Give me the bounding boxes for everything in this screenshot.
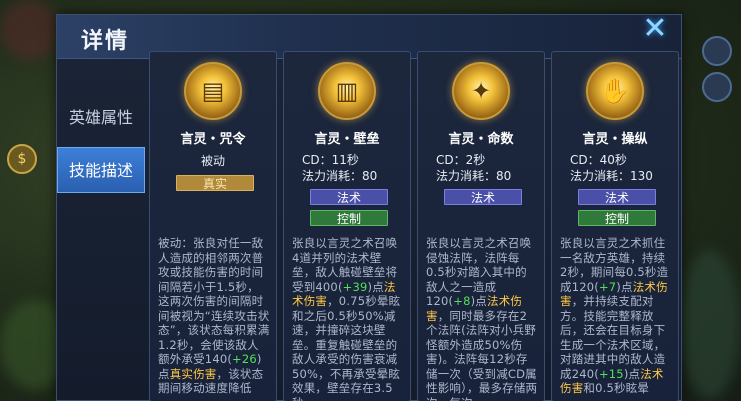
damage-type-tag: 真实 [176, 175, 254, 191]
control-skill-icon: ✋ [586, 62, 644, 120]
skill-cooldown: CD：2秒 [436, 153, 486, 167]
settings-icon[interactable] [702, 72, 732, 102]
scaling-value: +8 [453, 294, 471, 308]
left-hud: $ [4, 140, 40, 178]
background-blur [680, 250, 740, 400]
skill-description: 张良以言灵之术召唤侵蚀法阵，法阵每0.5秒对踏入其中的敌人之一造成120(+8)… [426, 236, 538, 401]
panel-title: 详情 [81, 29, 130, 54]
skill-name: 言灵・壁垒 [314, 132, 380, 147]
description-text: 被动：张良对任一敌人造成的相邻两次普攻或技能伤害的时间间隔若小于1.5秒，这两次… [158, 236, 270, 366]
skill-description: 被动：张良对任一敌人造成的相邻两次普攻或技能伤害的时间间隔若小于1.5秒，这两次… [158, 236, 270, 396]
scaling-value: +7 [598, 279, 617, 294]
skill-name: 言灵・命数 [448, 132, 514, 147]
right-hud [699, 30, 735, 108]
skill-description: 张良以言灵之术抓住一名敌方英雄，持续2秒，期间每0.5秒造成120(+7)点法术… [560, 236, 672, 396]
skill-book-icon: ▤ [184, 62, 242, 120]
scaling-value: +15 [598, 366, 624, 381]
skill-cooldown: CD：40秒 [570, 153, 627, 167]
description-text: ，同时最多存在2个法阵(法阵对小兵野怪额外造成50%伤害)。法阵每12秒存储一次… [426, 308, 538, 401]
skill-mana-cost: 法力消耗：130 [570, 169, 653, 183]
magic-tag: 法术 [444, 189, 522, 205]
description-text: )点 [470, 294, 487, 308]
tab-hero-attributes[interactable]: 英雄属性 [57, 95, 145, 141]
skill-name: 言灵・操纵 [582, 132, 648, 147]
damage-keyword: 真实伤害 [169, 366, 217, 381]
skill-mana-cost: 法力消耗：80 [302, 169, 378, 183]
scaling-value: +26 [232, 352, 257, 366]
tab-skill-description[interactable]: 技能描述 [57, 147, 145, 193]
control-tag: 控制 [310, 210, 388, 226]
array-skill-icon: ✦ [452, 62, 510, 120]
skill-card-1: ▥ 言灵・壁垒 CD：11秒 法力消耗：80 法术 控制 张良以言灵之术召唤4道… [283, 51, 411, 401]
background-blur [0, 0, 60, 60]
skill-description: 张良以言灵之术召唤4道并列的法术壁垒，敌人触碰壁垒将受到400(+39)点法术伤… [292, 236, 404, 401]
description-text: )点 [623, 366, 641, 381]
sidebar: 英雄属性 技能描述 [57, 95, 145, 199]
control-tag: 控制 [578, 210, 656, 226]
shop-coin-icon[interactable]: $ [7, 144, 37, 174]
description-text: )点 [367, 279, 384, 294]
close-icon[interactable]: ✕ [635, 14, 675, 45]
skill-name: 言灵・咒令 [180, 132, 246, 147]
magic-tag: 法术 [310, 189, 388, 205]
magic-tag: 法术 [578, 189, 656, 205]
description-text: ，0.75秒晕眩和之后0.5秒50%减速，并撞碎这块壁垒。重复触碰壁垒的敌人承受… [292, 294, 401, 401]
skill-cooldown: CD：11秒 [302, 153, 359, 167]
description-text: )点 [616, 279, 633, 294]
wall-skill-icon: ▥ [318, 62, 376, 120]
skill-card-2: ✦ 言灵・命数 CD：2秒 法力消耗：80 法术 张良以言灵之术召唤侵蚀法阵，法… [417, 51, 545, 401]
skill-card-passive: ▤ 言灵・咒令 被动 真实 被动：张良对任一敌人造成的相邻两次普攻或技能伤害的时… [149, 51, 277, 401]
detail-panel: 详情 ✕ 英雄属性 技能描述 ▤ 言灵・咒令 被动 真实 被动：张良对任一敌人造… [56, 14, 682, 401]
scaling-value: +39 [342, 279, 368, 294]
pause-icon[interactable] [702, 36, 732, 66]
description-text: 和0.5秒眩晕 [583, 381, 650, 395]
skill-card-3: ✋ 言灵・操纵 CD：40秒 法力消耗：130 法术 控制 张良以言灵之术抓住一… [551, 51, 679, 401]
skill-cards: ▤ 言灵・咒令 被动 真实 被动：张良对任一敌人造成的相邻两次普攻或技能伤害的时… [149, 51, 679, 401]
skill-type: 被动 [200, 154, 225, 168]
skill-mana-cost: 法力消耗：80 [436, 169, 512, 183]
